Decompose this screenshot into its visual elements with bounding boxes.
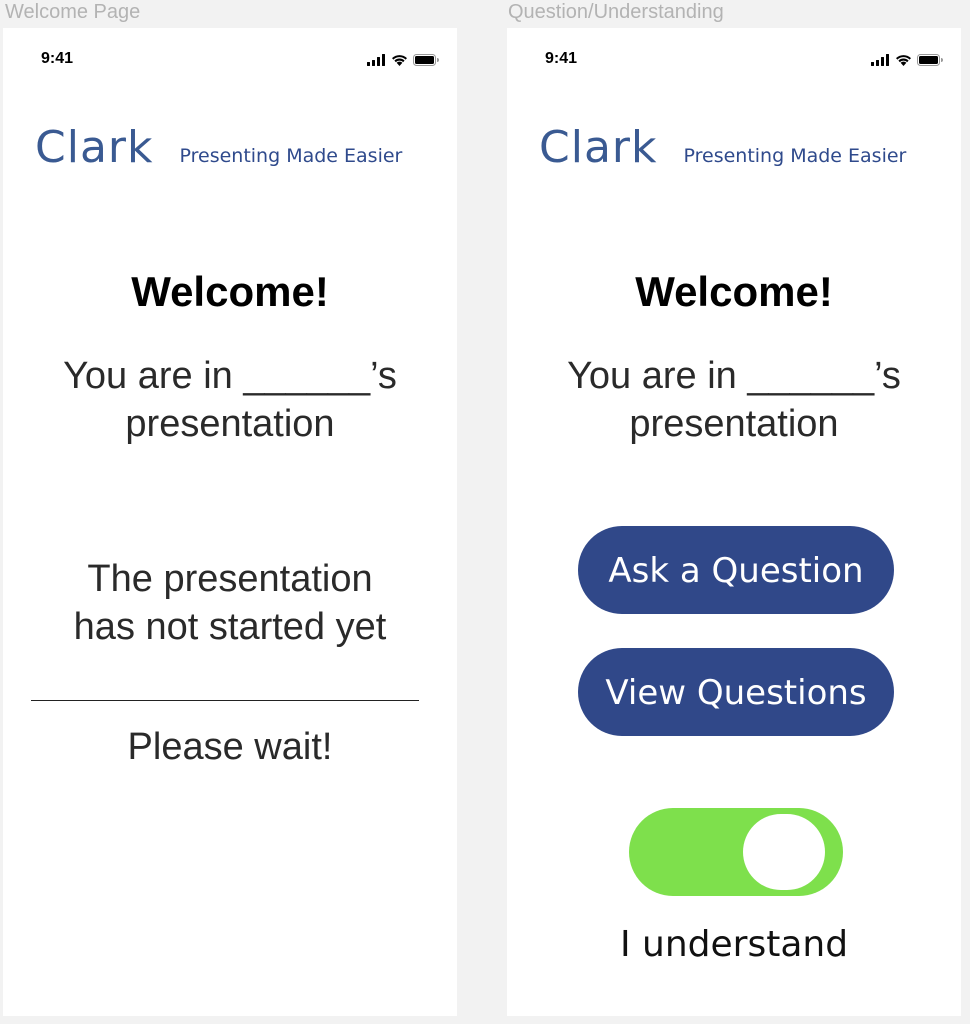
signal-icon bbox=[871, 54, 889, 66]
status-line-1: The presentation bbox=[87, 558, 373, 600]
ask-question-button[interactable]: Ask a Question bbox=[578, 526, 894, 614]
understand-toggle[interactable] bbox=[629, 808, 843, 896]
understand-label: I understand bbox=[619, 924, 849, 965]
brand-tagline: Presenting Made Easier bbox=[179, 145, 403, 167]
status-icons bbox=[871, 52, 943, 68]
welcome-page-screen: 9:41 Clark Presenting Made Easier Welcom… bbox=[3, 28, 457, 1016]
presenter-line-2: presentation bbox=[629, 403, 839, 445]
status-line-2: has not started yet bbox=[73, 606, 387, 648]
brand-logo: Clark bbox=[35, 122, 154, 173]
brand-header: Clark Presenting Made Easier bbox=[35, 122, 402, 182]
brand-tagline: Presenting Made Easier bbox=[683, 145, 907, 167]
status-time: 9:41 bbox=[545, 50, 578, 67]
frame-label-question-understanding: Question/Understanding bbox=[508, 1, 724, 23]
presenter-line-1: You are in ______’s bbox=[63, 355, 397, 397]
status-time: 9:41 bbox=[41, 50, 74, 67]
presentation-status: The presentation has not started yet bbox=[23, 555, 437, 651]
wifi-icon bbox=[392, 55, 407, 66]
presenter-line-1: You are in ______’s bbox=[567, 355, 901, 397]
battery-icon bbox=[917, 54, 943, 66]
status-bar: 9:41 bbox=[507, 28, 961, 92]
presenter-text: You are in ______’s presentation bbox=[23, 352, 437, 448]
welcome-title: Welcome! bbox=[635, 268, 833, 315]
status-bar: 9:41 bbox=[3, 28, 457, 92]
wifi-icon bbox=[896, 55, 911, 66]
frame-label-welcome-page: Welcome Page bbox=[5, 1, 141, 23]
divider bbox=[31, 700, 419, 701]
view-questions-button[interactable]: View Questions bbox=[578, 648, 894, 736]
brand-logo: Clark bbox=[539, 122, 658, 173]
wait-message: Please wait! bbox=[127, 726, 333, 768]
signal-icon bbox=[367, 54, 385, 66]
welcome-title: Welcome! bbox=[131, 268, 329, 315]
brand-header: Clark Presenting Made Easier bbox=[539, 122, 906, 182]
presenter-line-2: presentation bbox=[125, 403, 335, 445]
presenter-text: You are in ______’s presentation bbox=[527, 352, 941, 448]
status-icons bbox=[367, 52, 439, 68]
question-understanding-screen: 9:41 Clark Presenting Made Easier Welcom… bbox=[507, 28, 961, 1016]
battery-icon bbox=[413, 54, 439, 66]
toggle-knob bbox=[743, 814, 825, 890]
